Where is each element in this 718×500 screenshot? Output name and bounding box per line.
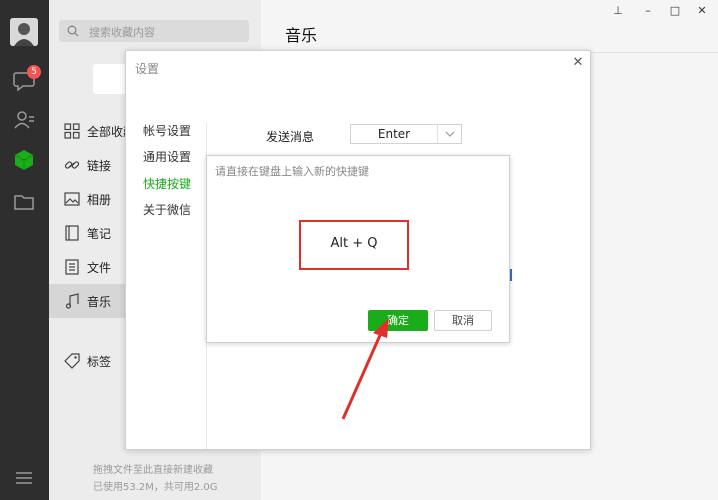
avatar[interactable] (10, 18, 38, 46)
search-placeholder: 搜索收藏内容 (89, 26, 155, 39)
app-sidebar: 5 (0, 0, 49, 500)
key-combo-highlight: Alt + Q (299, 220, 409, 270)
chevron-down-icon (437, 125, 461, 143)
cancel-button[interactable]: 取消 (434, 310, 492, 331)
folder-icon[interactable] (12, 190, 36, 214)
dialog-title: 设置 (135, 62, 160, 76)
nav-item-label: 音乐 (87, 295, 112, 309)
close-window-button[interactable]: ✕ (692, 2, 712, 20)
nav-item-label: 链接 (87, 159, 112, 173)
pin-button[interactable]: ⊥ (608, 2, 628, 20)
dialog-close-button[interactable]: ✕ (570, 55, 586, 71)
send-message-value: Enter (377, 127, 411, 141)
minimize-button[interactable]: – (638, 2, 658, 20)
drag-hint: 拖拽文件至此直接新建收藏 (93, 465, 213, 476)
nav-item-label: 文件 (87, 261, 112, 275)
favorites-cube-icon[interactable] (12, 148, 36, 172)
unread-badge: 5 (27, 65, 41, 79)
menu-account-settings[interactable]: 帐号设置 (143, 122, 191, 139)
music-icon (65, 293, 79, 309)
file-icon (65, 259, 79, 275)
nav-item-label: 相册 (87, 193, 112, 207)
menu-about[interactable]: 关于微信 (143, 201, 191, 218)
confirm-button[interactable]: 确定 (368, 310, 428, 331)
nav-item-label: 笔记 (87, 227, 112, 241)
menu-icon[interactable] (12, 466, 36, 490)
capture-prompt: 请直接在键盘上输入新的快捷键 (215, 165, 369, 178)
maximize-button[interactable]: □ (665, 2, 685, 20)
note-icon (65, 225, 79, 241)
grid-icon (64, 123, 80, 139)
tag-icon (64, 353, 80, 369)
menu-general-settings[interactable]: 通用设置 (143, 148, 191, 165)
search-input[interactable]: 搜索收藏内容 (59, 20, 249, 42)
menu-shortcuts[interactable]: 快捷按键 (143, 175, 191, 192)
search-icon (67, 25, 79, 37)
link-icon (64, 161, 80, 169)
image-icon (64, 192, 80, 206)
send-message-select[interactable]: Enter (350, 124, 462, 144)
key-combo-value: Alt + Q (330, 236, 378, 251)
page-title: 音乐 (285, 26, 318, 45)
send-message-label: 发送消息 (266, 130, 315, 144)
storage-usage: 已使用53.2M，共可用2.0G (93, 482, 218, 493)
contacts-icon[interactable] (12, 108, 36, 132)
nav-item-label: 标签 (87, 355, 112, 369)
shortcut-capture-dialog: 请直接在键盘上输入新的快捷键 Alt + Q 确定 取消 (206, 155, 510, 343)
